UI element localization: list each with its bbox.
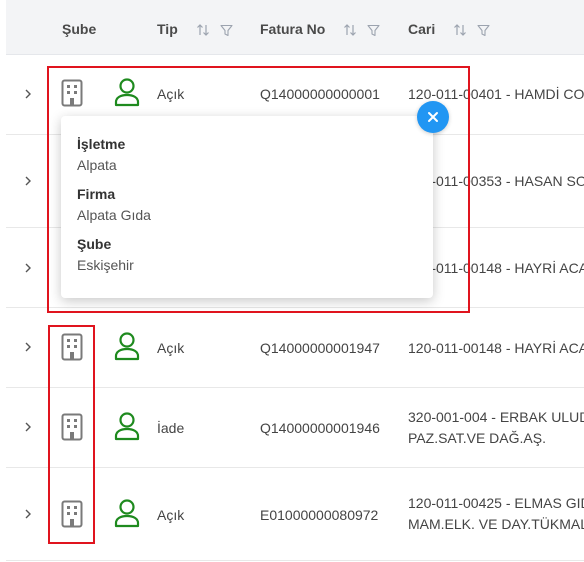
filter-icon[interactable] (219, 24, 233, 37)
user-icon (114, 412, 140, 441)
highlight-box (47, 66, 470, 313)
filter-icon[interactable] (367, 24, 380, 37)
row-tip: İade (157, 420, 185, 436)
chevron-right-icon[interactable] (22, 175, 34, 187)
sort-icon[interactable] (343, 23, 357, 37)
row-cari: 320-001-004 - ERBAK ULUDA PAZ.SAT.VE DAĞ… (408, 409, 584, 446)
column-header-tip[interactable]: Tip (157, 0, 233, 54)
chevron-right-icon[interactable] (22, 421, 34, 433)
column-header-sube[interactable]: Şube (62, 0, 96, 54)
highlight-box (48, 325, 95, 544)
sort-icon[interactable] (196, 23, 210, 37)
chevron-right-icon[interactable] (22, 262, 34, 274)
chevron-right-icon[interactable] (22, 341, 34, 353)
row-tip: Açık (157, 340, 185, 356)
column-header-cari[interactable]: Cari (408, 0, 490, 54)
row-cari: 120-011-00148 - HAYRİ ACA (408, 340, 584, 356)
chevron-right-icon[interactable] (22, 88, 34, 100)
user-icon (114, 499, 140, 528)
row-tip: Açık (157, 507, 185, 523)
sort-icon[interactable] (453, 23, 467, 37)
user-icon (114, 332, 140, 361)
column-header-fatura-no[interactable]: Fatura No (260, 0, 380, 54)
row-cari: 120-011-00425 - ELMAS GID MAM.ELK. VE DA… (408, 495, 584, 532)
row-fatura-no: Q14000000001947 (260, 340, 380, 356)
row-fatura-no: Q14000000001946 (260, 420, 380, 436)
row-fatura-no: E01000000080972 (260, 507, 379, 523)
table-header: Şube Tip Fatura No Cari (6, 0, 584, 55)
chevron-right-icon[interactable] (22, 508, 34, 520)
filter-icon[interactable] (477, 24, 490, 37)
